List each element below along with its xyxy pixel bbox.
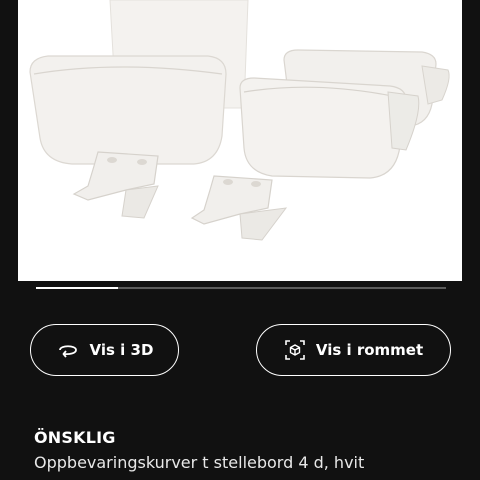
product-description: Oppbevaringskurver t stellebord 4 d, hvi… xyxy=(34,453,365,472)
rotate-3d-icon xyxy=(56,340,80,360)
view-in-room-button[interactable]: Vis i rommet xyxy=(256,324,451,376)
product-photo xyxy=(29,0,450,241)
image-carousel-progress[interactable] xyxy=(36,287,446,289)
product-image[interactable] xyxy=(18,0,462,281)
view-in-room-label: Vis i rommet xyxy=(315,341,424,359)
carousel-progress-fill xyxy=(36,287,118,289)
ar-cube-icon xyxy=(284,339,306,361)
view-3d-label: Vis i 3D xyxy=(89,341,154,359)
view-3d-button[interactable]: Vis i 3D xyxy=(30,324,179,376)
product-name: ÖNSKLIG xyxy=(34,428,116,447)
